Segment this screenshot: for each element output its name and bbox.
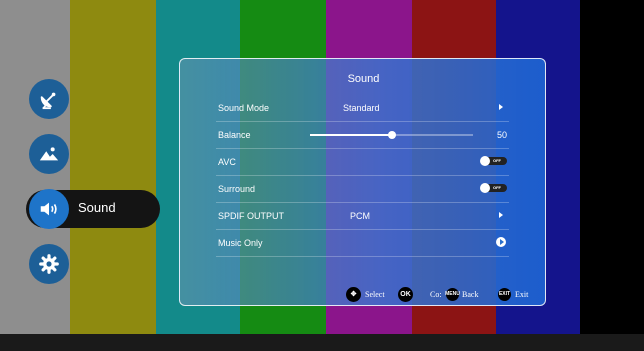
toggle-knob bbox=[480, 183, 490, 193]
sidebar-item-picture[interactable] bbox=[29, 134, 69, 174]
play-icon[interactable] bbox=[496, 237, 506, 247]
avc-toggle[interactable]: OFF bbox=[480, 156, 507, 166]
speaker-icon bbox=[40, 202, 57, 216]
sidebar-item-label: Sound bbox=[78, 200, 116, 215]
row-balance[interactable]: Balance 50 bbox=[216, 121, 509, 149]
row-label: Sound Mode bbox=[218, 103, 270, 113]
surround-toggle[interactable]: OFF bbox=[480, 183, 507, 193]
row-avc[interactable]: AVC OFF bbox=[216, 148, 509, 176]
row-label: Balance bbox=[218, 130, 251, 140]
row-value: PCM bbox=[350, 211, 370, 221]
hint-label: Back bbox=[462, 289, 479, 299]
sound-settings-panel: Sound Sound Mode Standard Balance 50 AVC… bbox=[179, 58, 546, 306]
arrow-right-icon[interactable] bbox=[499, 212, 503, 218]
picture-icon bbox=[39, 147, 59, 161]
row-value: 50 bbox=[496, 130, 507, 140]
row-label: SPDIF OUTPUT bbox=[218, 211, 285, 221]
exit-button-icon: EXIT bbox=[498, 287, 511, 301]
row-label: Music Only bbox=[218, 238, 263, 248]
sidebar-item-settings[interactable] bbox=[29, 244, 69, 284]
toggle-state: OFF bbox=[493, 158, 501, 163]
row-surround[interactable]: Surround OFF bbox=[216, 175, 509, 203]
panel-title: Sound bbox=[347, 73, 380, 85]
toggle-state: OFF bbox=[493, 185, 501, 190]
bottom-strip bbox=[0, 334, 644, 351]
sound-icon-circle bbox=[29, 189, 69, 229]
sidebar-item-sound[interactable]: Sound bbox=[26, 189, 160, 229]
hint-select: ✥ Select bbox=[346, 286, 385, 302]
hint-label: Co: bbox=[430, 289, 442, 299]
satellite-dish-icon bbox=[40, 92, 56, 110]
slider-knob[interactable] bbox=[387, 131, 396, 139]
menu-button-icon: MENU bbox=[445, 287, 460, 301]
ok-button-icon: OK bbox=[398, 286, 413, 302]
hint-label: Select bbox=[365, 289, 385, 299]
hint-exit: EXIT Exit bbox=[498, 287, 528, 301]
dpad-icon: ✥ bbox=[346, 286, 361, 302]
hint-ok: OK bbox=[398, 286, 413, 302]
row-label: Surround bbox=[218, 184, 256, 194]
toggle-knob bbox=[480, 156, 490, 166]
balance-slider[interactable] bbox=[310, 131, 473, 139]
row-music-only[interactable]: Music Only bbox=[216, 229, 509, 257]
sidebar-item-channel[interactable] bbox=[29, 79, 69, 119]
hint-confirm: Co: bbox=[430, 287, 442, 301]
row-label: AVC bbox=[218, 157, 236, 167]
hint-back: MENU Back bbox=[445, 287, 479, 301]
color-bar-gray bbox=[0, 0, 70, 351]
color-bar-black bbox=[580, 0, 644, 351]
row-sound-mode[interactable]: Sound Mode Standard bbox=[216, 94, 509, 122]
row-value: Standard bbox=[343, 103, 380, 113]
row-spdif-output[interactable]: SPDIF OUTPUT PCM bbox=[216, 202, 509, 230]
hint-label: Exit bbox=[515, 289, 529, 299]
slider-fill bbox=[310, 134, 392, 136]
gear-icon bbox=[39, 254, 59, 274]
arrow-right-icon[interactable] bbox=[499, 104, 503, 110]
color-bar-yellow bbox=[70, 0, 156, 351]
